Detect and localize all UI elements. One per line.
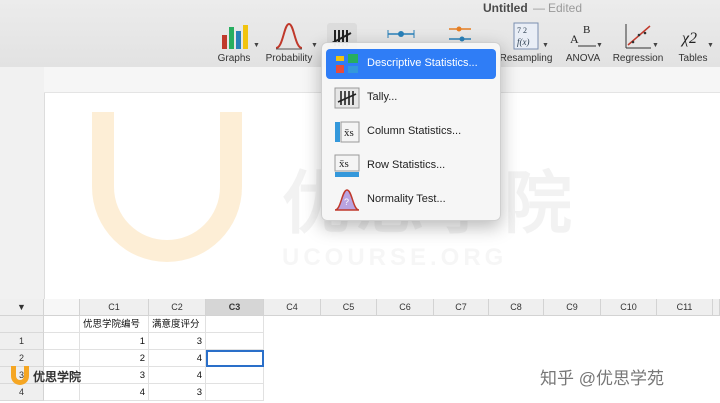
anova-label: ANOVA — [565, 53, 601, 64]
graphs-label: Graphs — [217, 53, 251, 64]
brand-logo-text: 优思学院 — [33, 370, 82, 384]
descriptive-statistics-menu: Descriptive Statistics... Tally... x̄s C… — [321, 42, 501, 221]
column-header-c9[interactable]: C9 — [544, 299, 601, 316]
chevron-down-icon: ▼ — [596, 42, 603, 49]
tables-button[interactable]: χ2 ▼ Tables — [672, 18, 714, 66]
chevron-down-icon: ▼ — [652, 42, 659, 49]
cell-c3-r4[interactable] — [206, 384, 264, 401]
cell-c2-r3[interactable]: 4 — [149, 367, 206, 384]
menu-item-label: Row Statistics... — [367, 159, 446, 171]
svg-text:x̄s: x̄s — [344, 127, 354, 139]
menu-item-descriptive-statistics[interactable]: Descriptive Statistics... — [326, 49, 496, 79]
cell-c2-r2[interactable]: 4 — [149, 350, 206, 367]
column-name-c2[interactable]: 满意度评分 — [149, 316, 206, 333]
cell-c3-r1[interactable] — [206, 333, 264, 350]
normality-test-icon: ? — [334, 189, 360, 211]
probability-button[interactable]: ▼ Probability — [262, 18, 318, 66]
anova-icon: A B — [570, 24, 596, 47]
chevron-down-icon: ▼ — [311, 42, 318, 49]
menu-item-row-statistics[interactable]: x̄s Row Statistics... — [326, 151, 496, 181]
graphs-button[interactable]: ▼ Graphs — [211, 18, 260, 66]
column-name-c3[interactable] — [206, 316, 264, 333]
column-header-c7[interactable]: C7 — [434, 299, 489, 316]
zhihu-watermark: 知乎 @优思学苑 — [540, 369, 664, 388]
regression-button[interactable]: ▼ Regression — [610, 18, 666, 66]
regression-label: Regression — [612, 53, 664, 64]
column-header-c2[interactable]: C2 — [149, 299, 206, 316]
column-header-c11[interactable]: C11 — [657, 299, 713, 316]
svg-text:7 2: 7 2 — [517, 26, 527, 35]
column-header-c6[interactable]: C6 — [377, 299, 434, 316]
menu-item-label: Descriptive Statistics... — [367, 57, 478, 69]
resampling-label: Resampling — [499, 53, 553, 64]
svg-text:A: A — [570, 32, 579, 46]
anova-button[interactable]: A B ▼ ANOVA — [562, 18, 604, 66]
cell-c1-r3[interactable]: 3 — [80, 367, 149, 384]
bell-curve-icon — [275, 22, 303, 50]
chevron-down-icon: ▼ — [253, 42, 260, 49]
resampling-button[interactable]: 7 2 f(x) ▼ Resampling — [498, 18, 554, 66]
column-header-c4[interactable]: C4 — [264, 299, 321, 316]
column-header-c8[interactable]: C8 — [489, 299, 544, 316]
cell-c1-r1[interactable]: 1 — [80, 333, 149, 350]
svg-text:B: B — [583, 24, 590, 36]
left-gutter — [0, 67, 45, 299]
svg-text:χ2: χ2 — [680, 30, 697, 47]
watermark-url: UCOURSE.ORG — [282, 244, 508, 271]
document-status: Edited — [548, 1, 583, 15]
cell-c1-r4[interactable]: 4 — [80, 384, 149, 401]
active-cell-c3-r2[interactable] — [206, 350, 264, 367]
column-header-c1[interactable]: C1 — [80, 299, 149, 316]
chi-square-icon: χ2 — [680, 30, 697, 47]
column-stats-icon: x̄s — [335, 121, 360, 143]
menu-item-tally[interactable]: Tally... — [326, 83, 496, 113]
menu-item-label: Column Statistics... — [367, 125, 462, 137]
watermark-logo — [92, 112, 242, 262]
svg-text:?: ? — [344, 197, 349, 207]
svg-text:f(x): f(x) — [517, 37, 530, 47]
title-separator: — — [533, 1, 545, 15]
menu-item-label: Normality Test... — [367, 193, 446, 205]
cell-c3-r3[interactable] — [206, 367, 264, 384]
tally-icon — [334, 87, 360, 109]
descriptive-stats-icon — [336, 54, 358, 73]
row-stats-icon: x̄s — [334, 154, 360, 177]
row-spacer — [44, 333, 80, 350]
resampling-icon: 7 2 f(x) — [513, 22, 539, 50]
menu-item-column-statistics[interactable]: x̄s Column Statistics... — [326, 117, 496, 147]
menu-item-normality-test[interactable]: ? Normality Test... — [326, 185, 496, 215]
menu-item-label: Tally... — [367, 91, 398, 103]
window-title: Untitled — [483, 1, 528, 15]
column-header-c12[interactable] — [713, 299, 720, 316]
name-row-header — [0, 316, 44, 333]
column-header-c5[interactable]: C5 — [321, 299, 377, 316]
cell-c2-r1[interactable]: 3 — [149, 333, 206, 350]
select-all-corner[interactable]: ▼ — [0, 299, 44, 316]
chevron-down-icon: ▼ — [707, 42, 714, 49]
row-header-1[interactable]: 1 — [0, 333, 44, 350]
svg-text:x̄s: x̄s — [339, 158, 349, 170]
cell-c2-r4[interactable]: 3 — [149, 384, 206, 401]
name-cell-spacer[interactable] — [44, 316, 80, 333]
probability-label: Probability — [265, 53, 313, 64]
column-header-spacer — [44, 299, 80, 316]
bar-chart-icon — [222, 25, 248, 49]
column-name-c1[interactable]: 优思学院编号 — [80, 316, 149, 333]
chevron-down-icon: ▼ — [542, 42, 549, 49]
tables-label: Tables — [678, 53, 708, 64]
column-header-c3[interactable]: C3 — [206, 299, 264, 316]
column-header-c10[interactable]: C10 — [601, 299, 657, 316]
brand-logo-icon — [11, 366, 29, 385]
brand-logo: 优思学院 — [8, 364, 88, 388]
cell-c1-r2[interactable]: 2 — [80, 350, 149, 367]
regression-icon — [625, 24, 651, 49]
